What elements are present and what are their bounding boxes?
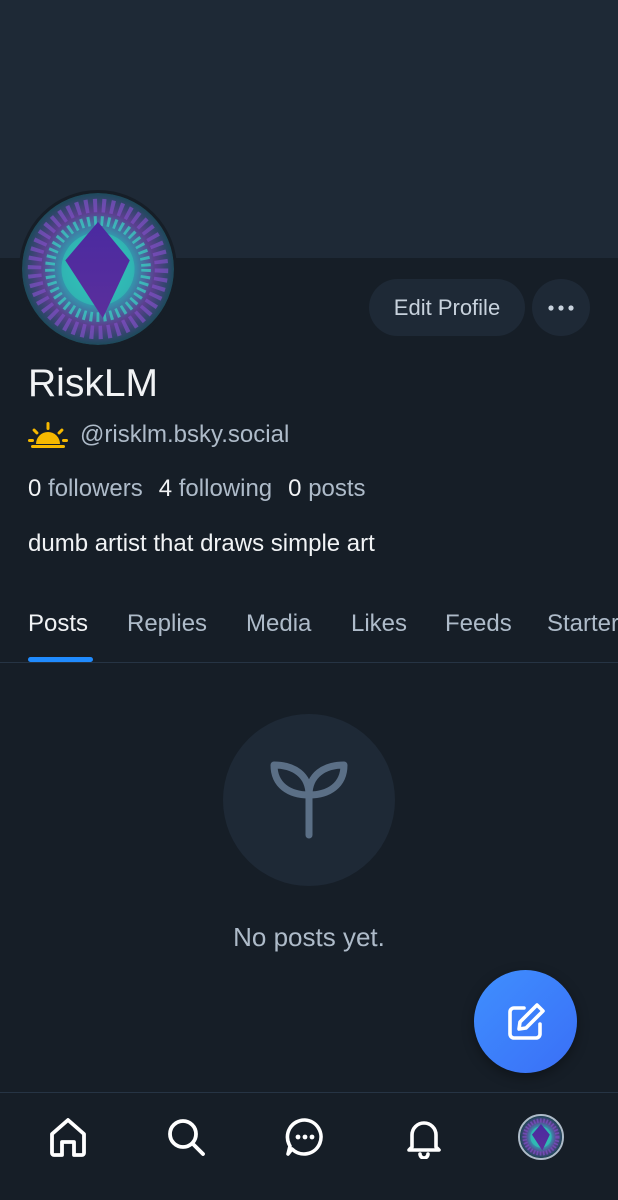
- following-label: following: [178, 475, 273, 502]
- tab-likes[interactable]: Likes: [351, 600, 407, 660]
- posts-count: 0: [288, 475, 302, 502]
- nav-profile[interactable]: [517, 1113, 565, 1161]
- tab-posts[interactable]: Posts: [28, 600, 88, 660]
- empty-state-icon-container: [223, 714, 395, 886]
- sunrise-icon: [28, 422, 68, 448]
- profile-bio: dumb artist that draws simple art: [28, 530, 375, 557]
- nav-notifications[interactable]: [400, 1113, 448, 1161]
- nav-home[interactable]: [44, 1113, 92, 1161]
- tab-starter-packs[interactable]: Starter Packs: [547, 600, 618, 660]
- ellipsis-icon: [548, 304, 574, 311]
- more-options-button[interactable]: [532, 279, 590, 336]
- chat-icon: [285, 1118, 323, 1156]
- followers-label: followers: [48, 475, 143, 502]
- profile-handle: @risklm.bsky.social: [80, 421, 290, 448]
- tab-feeds[interactable]: Feeds: [445, 600, 512, 660]
- bottom-navigation: [0, 1092, 618, 1200]
- empty-state-text: No posts yet.: [233, 922, 385, 952]
- nav-chat[interactable]: [281, 1113, 329, 1161]
- tab-replies[interactable]: Replies: [127, 600, 207, 660]
- display-name: RiskLM: [28, 362, 159, 405]
- following-count: 4: [158, 475, 173, 502]
- profile-tabs: Posts Replies Media Likes Feeds Starter …: [0, 600, 618, 662]
- followers-count: 0: [28, 475, 42, 502]
- avatar: [518, 1114, 564, 1160]
- compose-post-button[interactable]: [474, 970, 577, 1073]
- posts-stat: 0 posts: [288, 475, 365, 503]
- followers-link[interactable]: 0 followers: [28, 475, 143, 503]
- following-link[interactable]: 4 following: [159, 475, 272, 503]
- handle-row: @risklm.bsky.social: [28, 418, 289, 452]
- sprout-icon: [270, 761, 348, 839]
- edit-profile-button[interactable]: Edit Profile: [369, 279, 525, 336]
- tabs-divider: [0, 662, 618, 663]
- bell-icon: [407, 1121, 441, 1159]
- profile-avatar[interactable]: [19, 190, 177, 348]
- compose-icon: [507, 1002, 545, 1040]
- posts-label: posts: [308, 475, 366, 502]
- tab-media[interactable]: Media: [246, 600, 311, 660]
- avatar-art: [22, 193, 174, 345]
- profile-screen: Edit Profile RiskLM @risklm.bsky.social …: [0, 0, 618, 1200]
- nav-search[interactable]: [162, 1113, 210, 1161]
- nav-avatar-art: [520, 1116, 562, 1158]
- home-icon: [50, 1118, 86, 1157]
- profile-stats: 0 followers 4 following 0 posts: [28, 472, 382, 506]
- search-icon: [168, 1119, 205, 1156]
